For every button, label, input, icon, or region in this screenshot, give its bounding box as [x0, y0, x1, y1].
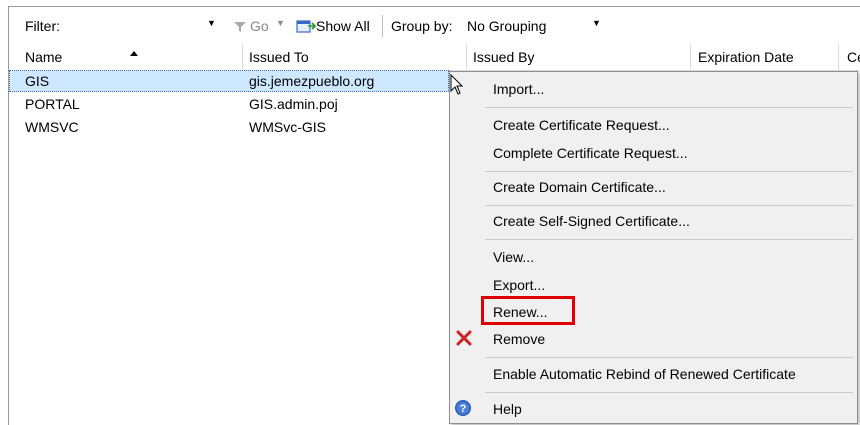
cell-name: WMSVC — [25, 119, 79, 135]
go-dropdown-arrow-icon[interactable]: ▼ — [276, 18, 285, 28]
menu-item-export[interactable]: Export... — [493, 277, 545, 293]
menu-separator — [485, 171, 853, 172]
menu-item-enable-automatic-rebind[interactable]: Enable Automatic Rebind of Renewed Certi… — [493, 366, 796, 382]
menu-separator — [485, 239, 853, 240]
menu-separator — [485, 107, 853, 108]
filter-label: Filter: — [25, 18, 60, 34]
go-button[interactable]: Go — [250, 18, 269, 34]
menu-item-import[interactable]: Import... — [493, 81, 544, 97]
cell-issued-to: WMSvc-GIS — [249, 119, 326, 135]
column-divider[interactable] — [690, 43, 691, 70]
cell-name: PORTAL — [25, 96, 80, 112]
column-header-expiration-date[interactable]: Expiration Date — [698, 49, 794, 65]
table-row[interactable]: PORTAL GIS.admin.poj — [9, 93, 459, 115]
menu-separator — [485, 357, 853, 358]
context-menu: Import... Create Certificate Request... … — [449, 71, 858, 424]
cell-issued-to: GIS.admin.poj — [249, 96, 338, 112]
column-divider[interactable] — [838, 43, 839, 70]
sort-ascending-icon — [130, 51, 138, 56]
group-by-select[interactable]: No Grouping — [467, 18, 546, 34]
menu-item-create-self-signed-certificate[interactable]: Create Self-Signed Certificate... — [493, 213, 690, 229]
mouse-cursor-icon — [450, 74, 464, 95]
remove-x-icon — [456, 330, 472, 346]
group-by-dropdown-arrow-icon[interactable]: ▼ — [592, 18, 601, 28]
menu-item-view[interactable]: View... — [493, 249, 534, 265]
column-header-name[interactable]: Name — [25, 49, 62, 65]
menu-item-create-certificate-request[interactable]: Create Certificate Request... — [493, 117, 670, 133]
help-question-icon: ? — [455, 400, 471, 416]
svg-text:?: ? — [460, 403, 467, 415]
menu-item-complete-certificate-request[interactable]: Complete Certificate Request... — [493, 145, 688, 161]
group-by-label: Group by: — [391, 18, 453, 34]
funnel-icon[interactable] — [234, 21, 246, 33]
column-header-certificate-hash[interactable]: Ce — [847, 49, 860, 65]
column-header-issued-by[interactable]: Issued By — [473, 49, 534, 65]
menu-separator — [485, 392, 853, 393]
menu-item-create-domain-certificate[interactable]: Create Domain Certificate... — [493, 179, 666, 195]
menu-item-help[interactable]: Help — [493, 401, 522, 417]
renew-highlight-box — [481, 296, 575, 325]
filter-toolbar: Filter: ▼ Go ▼ Show All Group by: No Gro… — [9, 7, 860, 42]
column-header-row: Name Issued To Issued By Expiration Date… — [9, 43, 860, 71]
cell-name: GIS — [25, 73, 50, 89]
filter-dropdown-arrow-icon[interactable]: ▼ — [207, 18, 216, 28]
table-row[interactable]: GIS gis.jemezpueblo.org — [9, 70, 449, 92]
toolbar-separator — [382, 15, 383, 37]
cell-issued-to: gis.jemezpueblo.org — [249, 73, 375, 89]
column-divider[interactable] — [242, 43, 243, 70]
show-all-icon[interactable] — [296, 19, 316, 35]
column-divider[interactable] — [466, 43, 467, 70]
menu-separator — [485, 205, 853, 206]
column-header-issued-to[interactable]: Issued To — [249, 49, 309, 65]
table-row[interactable]: WMSVC WMSvc-GIS — [9, 116, 459, 138]
menu-item-remove[interactable]: Remove — [493, 331, 545, 347]
show-all-button[interactable]: Show All — [316, 18, 370, 34]
